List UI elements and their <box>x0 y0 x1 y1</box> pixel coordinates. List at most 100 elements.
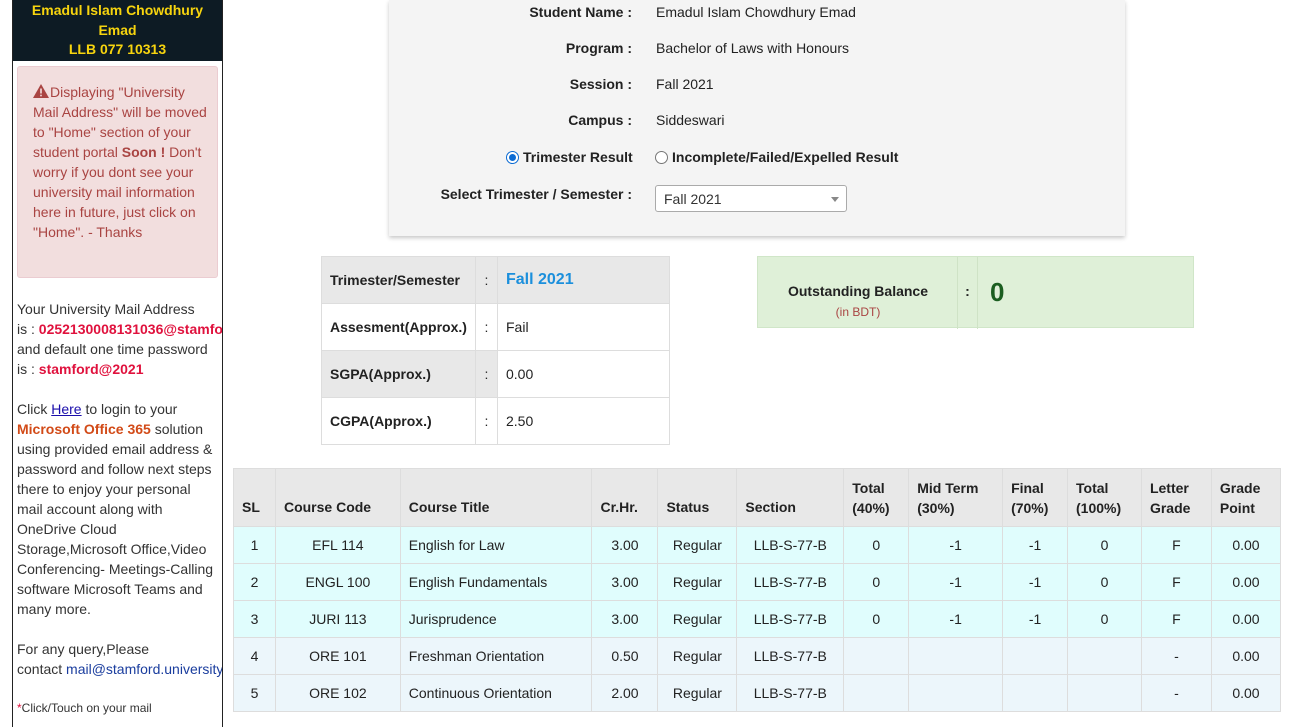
cell-code: ORE 101 <box>274 637 401 675</box>
contact-info: For any query,Please contact mail@stamfo… <box>13 639 222 679</box>
warning-icon <box>33 84 49 98</box>
summary-colon: : <box>475 350 498 398</box>
summary-value: Fall 2021 <box>497 256 670 304</box>
contact-mail-link[interactable]: mail@stamford.university <box>66 661 222 677</box>
col-total-40-l2: (40%) <box>852 499 890 516</box>
result-type-radios: Trimester Result Incomplete/Failed/Expel… <box>389 147 1125 167</box>
alert-soon: Soon ! <box>121 144 166 160</box>
summary-key: CGPA(Approx.) <box>321 397 476 445</box>
cell-sl: 2 <box>233 563 276 601</box>
student-info-card: Student Name : Emadul Islam Chowdhury Em… <box>389 0 1125 236</box>
trimester-select[interactable]: Fall 2021 <box>655 185 847 212</box>
mail-default-text: and default one time password <box>17 341 208 357</box>
balance-currency: (in BDT) <box>835 305 881 319</box>
cell-total-100: 0 <box>1067 526 1142 564</box>
cell-cr: 2.00 <box>591 674 659 712</box>
col-mid-l1: Mid Term <box>917 479 979 496</box>
col-total-40: Total (40%) <box>843 468 910 527</box>
col-total-100: Total (100%) <box>1067 468 1142 527</box>
cell-section: LLB-S-77-B <box>736 563 845 601</box>
info-line: using provided email address & <box>17 441 213 457</box>
cell-section: LLB-S-77-B <box>736 526 845 564</box>
trimester-select-value: Fall 2021 <box>664 191 722 207</box>
cell-total-40: 0 <box>843 563 910 601</box>
campus-label: Campus : <box>568 112 632 128</box>
summary-key: Trimester/Semester <box>321 256 476 304</box>
cell-total-100: 0 <box>1067 600 1142 638</box>
pw-is-label: is : <box>17 361 35 377</box>
incomplete-result-radio[interactable] <box>655 151 668 164</box>
cell-final <box>1002 674 1069 712</box>
course-result-table: SL Course Code Course Title Cr.Hr. Statu… <box>233 468 1282 712</box>
summary-row: CGPA(Approx.) : 2.50 <box>321 397 670 445</box>
main-content: Student Name : Emadul Islam Chowdhury Em… <box>223 0 1294 727</box>
left-margin <box>0 0 12 727</box>
cell-status: Regular <box>657 563 738 601</box>
cell-total-40 <box>843 637 910 675</box>
login-text: to login to your <box>85 401 178 417</box>
footnote: *Click/Touch on your mail <box>17 701 152 715</box>
student-name-label: Student Name : <box>529 4 632 20</box>
result-summary-table: Trimester/Semester : Fall 2021 Assesment… <box>321 256 670 445</box>
cell-total-40: 0 <box>843 600 910 638</box>
cell-total-100 <box>1067 637 1142 675</box>
session-value: Fall 2021 <box>656 76 714 92</box>
cell-mid <box>908 674 1004 712</box>
cell-title: Freshman Orientation <box>399 637 593 675</box>
info-line: software Microsoft Teams and <box>17 581 203 597</box>
cell-sl: 5 <box>233 674 276 712</box>
table-row: 4 ORE 101 Freshman Orientation 0.50 Regu… <box>233 637 1282 675</box>
summary-row: Assesment(Approx.) : Fail <box>321 303 670 351</box>
program-row: Program : Bachelor of Laws with Honours <box>389 38 1125 58</box>
cell-total-100: 0 <box>1067 563 1142 601</box>
cell-sl: 1 <box>233 526 276 564</box>
summary-key: SGPA(Approx.) <box>321 350 476 398</box>
cell-title: English Fundamentals <box>399 563 593 601</box>
contact-text: contact <box>17 661 63 677</box>
cell-point: 0.00 <box>1210 526 1282 564</box>
cell-title: Jurisprudence <box>399 600 593 638</box>
col-point-l1: Grade <box>1219 479 1261 496</box>
student-header: Emadul Islam Chowdhury Emad LLB 077 1031… <box>13 0 222 61</box>
col-letter-l2: Grade <box>1149 499 1191 516</box>
table-row: 2 ENGL 100 English Fundamentals 3.00 Reg… <box>233 563 1282 601</box>
click-text: Click <box>17 401 48 417</box>
col-letter-grade: Letter Grade <box>1140 468 1212 527</box>
info-line: Conferencing- Meetings-Calling <box>17 561 214 577</box>
cell-final: -1 <box>1002 526 1069 564</box>
summary-colon: : <box>475 303 498 351</box>
summary-colon: : <box>475 256 498 304</box>
cell-code: JURI 113 <box>274 600 401 638</box>
cell-letter: - <box>1140 674 1212 712</box>
program-value: Bachelor of Laws with Honours <box>656 40 849 56</box>
summary-colon: : <box>475 397 498 445</box>
cell-cr: 0.50 <box>591 637 659 675</box>
outstanding-balance-box: Outstanding Balance (in BDT) : 0 <box>757 256 1194 329</box>
mail-intro: Your University Mail Address <box>17 301 195 317</box>
col-letter-l1: Letter <box>1149 479 1189 496</box>
col-point-l2: Point <box>1219 499 1255 516</box>
campus-value: Siddeswari <box>656 112 725 128</box>
cell-point: 0.00 <box>1210 637 1282 675</box>
col-final: Final (70%) <box>1002 468 1069 527</box>
col-total-100-l2: (100%) <box>1076 499 1122 516</box>
cell-point: 0.00 <box>1210 563 1282 601</box>
cell-cr: 3.00 <box>591 600 659 638</box>
sidebar: Emadul Islam Chowdhury Emad LLB 077 1031… <box>12 0 223 727</box>
info-line: OneDrive Cloud <box>17 521 117 537</box>
university-mail-address[interactable]: 0252130008131036@stamford.university <box>39 321 222 337</box>
cell-final: -1 <box>1002 563 1069 601</box>
col-course-code: Course Code <box>274 468 401 527</box>
col-sl: SL <box>233 468 276 527</box>
summary-value: Fail <box>497 303 670 351</box>
here-link[interactable]: Here <box>51 401 81 417</box>
chevron-down-icon <box>831 197 839 202</box>
ms-office-text: Microsoft Office 365 <box>17 421 151 437</box>
incomplete-result-option[interactable]: Incomplete/Failed/Expelled Result <box>655 147 898 167</box>
summary-row: SGPA(Approx.) : 0.00 <box>321 350 670 398</box>
cell-point: 0.00 <box>1210 600 1282 638</box>
trimester-result-option[interactable]: Trimester Result <box>506 147 633 167</box>
trimester-result-radio[interactable] <box>506 151 519 164</box>
session-row: Session : Fall 2021 <box>389 74 1125 94</box>
col-mid-l2: (30%) <box>917 499 955 516</box>
